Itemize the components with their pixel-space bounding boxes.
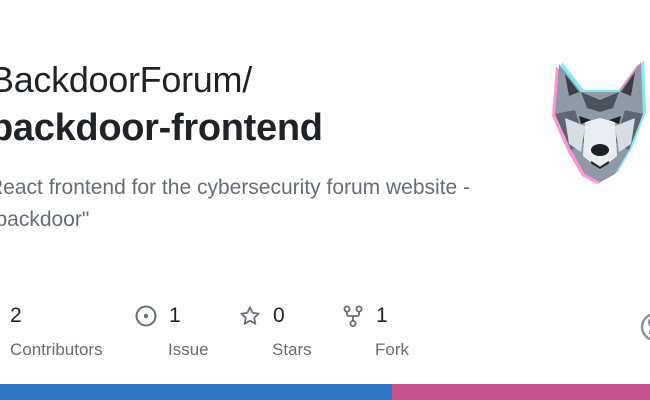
stars-label: Stars: [272, 340, 312, 359]
stars-count: 0: [273, 304, 285, 327]
star-icon: [240, 306, 260, 325]
stars-stat[interactable]: 0 Stars: [239, 302, 312, 360]
repo-name[interactable]: backdoor-frontend: [0, 105, 323, 151]
fork-count: 1: [376, 304, 388, 327]
contributors-stat[interactable]: 2 Contributors: [10, 302, 103, 360]
language-bar: [0, 384, 650, 400]
language-segment-typescript: [0, 384, 392, 400]
issues-stat[interactable]: 1 Issue: [135, 302, 209, 360]
repo-owner[interactable]: BackdoorForum/: [0, 58, 252, 102]
contributors-label: Contributors: [10, 340, 103, 359]
issues-count: 1: [169, 304, 181, 327]
issues-label: Issue: [168, 340, 209, 359]
language-segment-other: [391, 384, 650, 400]
github-mark-icon[interactable]: [640, 312, 650, 342]
repo-description: React frontend for the cybersecurity for…: [0, 176, 471, 231]
wolf-avatar-icon: [545, 52, 650, 187]
issue-icon: [135, 305, 157, 327]
fork-label: Fork: [375, 340, 409, 359]
fork-icon: [343, 305, 363, 327]
fork-stat[interactable]: 1 Fork: [342, 302, 409, 360]
contributors-count: 2: [10, 304, 22, 327]
